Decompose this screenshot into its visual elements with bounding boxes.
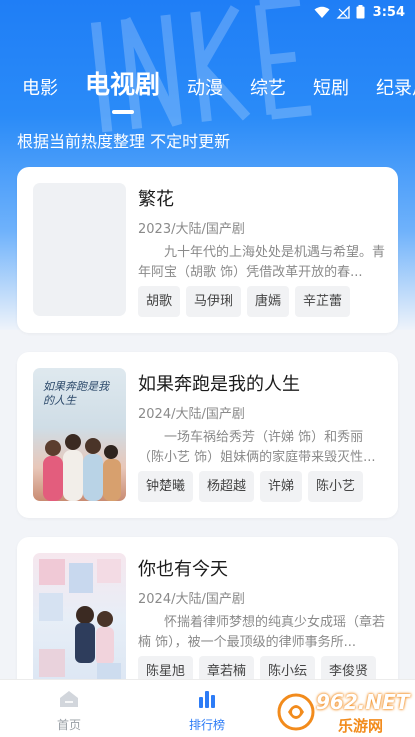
- nav-ranking[interactable]: 排行榜: [138, 680, 276, 737]
- drama-card[interactable]: 繁花 2023/大陆/国产剧 九十年代的上海处处是机遇与希望。青年阿宝（胡歌 饰…: [17, 167, 398, 333]
- ranking-icon: [196, 686, 218, 712]
- home-icon: [58, 686, 80, 712]
- tab-variety[interactable]: 综艺: [250, 78, 286, 108]
- tab-anime[interactable]: 动漫: [187, 78, 223, 108]
- cast-chip[interactable]: 辛芷蕾: [295, 286, 351, 317]
- drama-description: 九十年代的上海处处是机遇与希望。青年阿宝（胡歌 饰）凭借改革开放的春...: [138, 245, 386, 280]
- watermark-sub-text: 乐游网: [338, 717, 384, 735]
- drama-poster[interactable]: [33, 553, 126, 686]
- drama-card[interactable]: 如果奔跑是我的人生 如果奔跑是我的人生 2024/大陆/国产剧 一场车祸给秀芳（…: [17, 352, 398, 518]
- battery-icon: [356, 5, 365, 19]
- drama-description: 怀揣着律师梦想的纯真少女成瑶（章若楠 饰），被一个最顶级的律师事务所...: [138, 615, 386, 650]
- drama-meta: 2024/大陆/国产剧: [138, 592, 245, 607]
- signal-icon: [336, 5, 350, 19]
- drama-title: 繁花: [138, 189, 174, 210]
- poster-figures-image: [43, 434, 121, 501]
- category-tabs: 电影 电视剧 动漫 综艺 短剧 纪录片: [0, 62, 415, 114]
- cast-chip[interactable]: 钟楚曦: [138, 471, 194, 502]
- drama-meta: 2024/大陆/国产剧: [138, 407, 245, 422]
- wifi-icon: [314, 6, 330, 19]
- status-time: 3:54: [372, 4, 405, 20]
- poster-collage-image: [39, 559, 121, 681]
- nav-home-label: 首页: [56, 718, 81, 732]
- drama-meta: 2023/大陆/国产剧: [138, 222, 245, 237]
- cast-chip[interactable]: 马伊琍: [186, 286, 242, 317]
- ranking-subtitle: 根据当前热度整理 不定时更新: [17, 132, 231, 151]
- poster-placeholder[interactable]: [33, 183, 126, 316]
- site-watermark-logo: 962.NET 乐游网: [276, 688, 415, 737]
- cast-chip[interactable]: 杨超越: [199, 471, 255, 502]
- nav-home[interactable]: 首页: [0, 680, 138, 737]
- cast-chip[interactable]: 胡歌: [138, 286, 181, 317]
- poster-title-text: 如果奔跑是我的人生: [43, 380, 109, 407]
- cast-chip[interactable]: 唐嫣: [247, 286, 290, 317]
- cast-chip[interactable]: 许娣: [260, 471, 303, 502]
- nav-ranking-label: 排行榜: [188, 718, 225, 732]
- status-bar: 3:54: [0, 0, 415, 24]
- tab-documentary[interactable]: 纪录片: [376, 78, 415, 108]
- drama-title: 如果奔跑是我的人生: [138, 374, 300, 395]
- drama-description: 一场车祸给秀芳（许娣 饰）和秀丽（陈小艺 饰）姐妹俩的家庭带来毁灭性...: [138, 430, 376, 465]
- tab-tv-series[interactable]: 电视剧: [85, 70, 160, 114]
- drama-title: 你也有今天: [138, 559, 228, 580]
- tab-short-drama[interactable]: 短剧: [313, 78, 349, 108]
- cast-list: 钟楚曦 杨超越 许娣 陈小艺: [138, 471, 364, 502]
- drama-poster[interactable]: 如果奔跑是我的人生: [33, 368, 126, 501]
- tab-movie[interactable]: 电影: [22, 78, 58, 108]
- watermark-main-text: 962.NET: [316, 690, 410, 714]
- cast-chip[interactable]: 陈小艺: [308, 471, 364, 502]
- cast-list: 胡歌 马伊琍 唐嫣 辛芷蕾: [138, 286, 351, 317]
